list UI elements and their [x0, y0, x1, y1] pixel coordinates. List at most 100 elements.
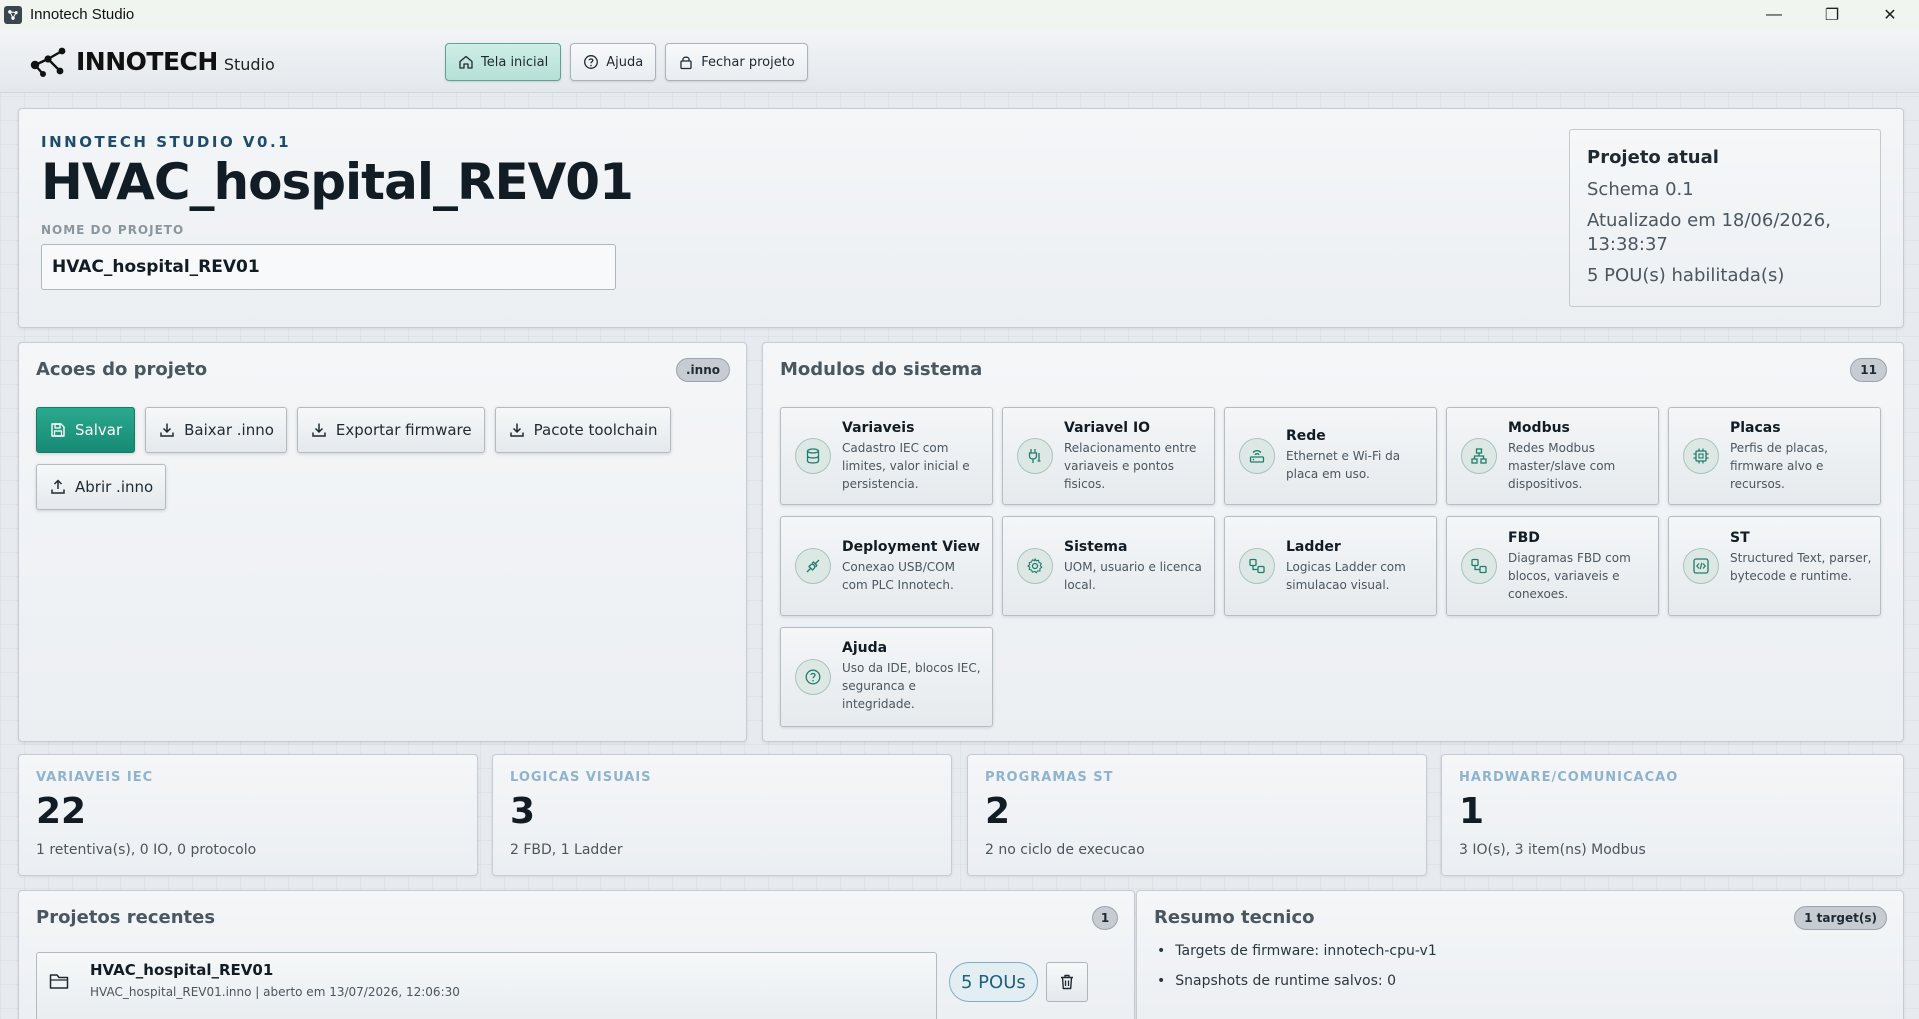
- nav-help-button[interactable]: Ajuda: [570, 43, 657, 81]
- nav-close-project-label: Fechar projeto: [701, 54, 795, 70]
- stat-label: HARDWARE/COMUNICACAO: [1459, 770, 1679, 785]
- module-name: Modbus: [1508, 420, 1570, 436]
- recent-title: Projetos recentes: [36, 907, 216, 928]
- download-inno-button[interactable]: Baixar .inno: [145, 407, 287, 453]
- modules-title: Modulos do sistema: [780, 359, 983, 380]
- network-icon: [1461, 438, 1497, 474]
- module-rede[interactable]: Rede Ethernet e Wi-Fi da placa em uso.: [1224, 407, 1437, 505]
- module-desc: Logicas Ladder com simulacao visual.: [1286, 560, 1406, 592]
- targets-badge: 1 target(s): [1794, 906, 1887, 930]
- restore-button[interactable]: ❐: [1803, 0, 1861, 29]
- app-icon: [4, 5, 22, 24]
- stat-sub: 3 IO(s), 3 item(ns) Modbus: [1459, 842, 1646, 858]
- export-firmware-button[interactable]: Exportar firmware: [296, 407, 485, 453]
- module-modbus[interactable]: Modbus Redes Modbus master/slave com dis…: [1446, 407, 1659, 505]
- download-icon: [509, 423, 524, 437]
- module-name: Rede: [1286, 428, 1326, 444]
- stat-label: PROGRAMAS ST: [985, 770, 1114, 785]
- module-variavel-io[interactable]: Variavel IO Relacionamento entre variave…: [1002, 407, 1215, 505]
- module-desc: Uso da IDE, blocos IEC, seguranca e inte…: [842, 661, 981, 711]
- system-modules-panel: Modulos do sistema 11 Variaveis Cadastro…: [762, 342, 1904, 742]
- project-title: HVAC_hospital_REV01: [41, 153, 634, 211]
- trash-icon: [1061, 974, 1073, 990]
- module-deployment-view[interactable]: Deployment View Conexao USB/COM com PLC …: [780, 516, 993, 616]
- open-inno-label: Abrir .inno: [75, 478, 154, 496]
- stat-sub: 2 no ciclo de execucao: [985, 842, 1145, 858]
- save-icon: [51, 423, 65, 437]
- window-title: Innotech Studio: [30, 6, 135, 23]
- nav-home-button[interactable]: Tela inicial: [445, 43, 562, 81]
- folder-icon: [49, 974, 69, 989]
- stat-sub: 1 retentiva(s), 0 IO, 0 protocolo: [36, 842, 257, 858]
- brand-subtitle: Studio: [223, 54, 275, 74]
- recent-project-meta: HVAC_hospital_REV01.inno | aberto em 13/…: [90, 985, 460, 999]
- updated-at-line1: Atualizado em 18/06/2026,: [1587, 210, 1831, 231]
- stat-card-logicas: LOGICAS VISUAIS 3 2 FBD, 1 Ladder: [492, 754, 952, 876]
- recent-project-item[interactable]: HVAC_hospital_REV01 HVAC_hospital_REV01.…: [36, 952, 937, 1019]
- home-icon: [459, 55, 473, 69]
- save-button[interactable]: Salvar: [36, 407, 136, 453]
- chip-icon: [1683, 438, 1719, 474]
- recent-project-name: HVAC_hospital_REV01: [90, 961, 274, 979]
- inno-badge: .inno: [675, 358, 730, 382]
- toolchain-package-label: Pacote toolchain: [533, 421, 658, 439]
- gear-icon: [1017, 548, 1053, 584]
- window-titlebar: Innotech Studio — ❐ ✕: [0, 0, 1919, 29]
- project-name-label: NOME DO PROJETO: [41, 223, 185, 237]
- stat-card-variaveis: VARIAVEIS IEC 22 1 retentiva(s), 0 IO, 0…: [18, 754, 478, 876]
- module-name: FBD: [1508, 530, 1540, 546]
- module-desc: Relacionamento entre variaveis e pontos …: [1064, 441, 1197, 491]
- module-ladder[interactable]: Ladder Logicas Ladder com simulacao visu…: [1224, 516, 1437, 616]
- schema-version: Schema 0.1: [1587, 179, 1694, 200]
- module-name: ST: [1730, 530, 1750, 546]
- code-icon: [1683, 548, 1719, 584]
- minimize-button[interactable]: —: [1745, 0, 1803, 29]
- summary-list: Targets de firmware: innotech-cpu-v1 Sna…: [1157, 943, 1436, 1003]
- stat-value: 22: [36, 791, 87, 832]
- stat-value: 2: [985, 791, 1011, 832]
- module-desc: Redes Modbus master/slave com dispositiv…: [1508, 441, 1616, 491]
- top-nav: Tela inicial Ajuda Fechar projeto: [445, 43, 808, 81]
- module-desc: UOM, usuario e licenca local.: [1064, 560, 1202, 592]
- module-sistema[interactable]: Sistema UOM, usuario e licenca local.: [1002, 516, 1215, 616]
- module-name: Deployment View: [842, 539, 981, 555]
- module-desc: Structured Text, parser, bytecode e runt…: [1730, 551, 1872, 583]
- save-label: Salvar: [75, 421, 123, 439]
- stat-label: VARIAVEIS IEC: [36, 770, 154, 785]
- stat-sub: 2 FBD, 1 Ladder: [510, 842, 623, 858]
- delete-recent-button[interactable]: [1046, 962, 1088, 1002]
- database-icon: [795, 438, 831, 474]
- module-placas[interactable]: Placas Perfis de placas, firmware alvo e…: [1668, 407, 1881, 505]
- nav-close-project-button[interactable]: Fechar projeto: [665, 43, 808, 81]
- plug-icon: [1017, 438, 1053, 474]
- nav-help-label: Ajuda: [606, 54, 644, 70]
- upload-icon: [51, 479, 65, 494]
- module-fbd[interactable]: FBD Diagramas FBD com blocos, variaveis …: [1446, 516, 1659, 616]
- nav-home-label: Tela inicial: [481, 54, 549, 70]
- module-desc: Diagramas FBD com blocos, variaveis e co…: [1508, 551, 1631, 601]
- recent-projects-panel: Projetos recentes 1 HVAC_hospital_REV01 …: [18, 890, 1135, 1019]
- current-project-title: Projeto atual: [1587, 147, 1719, 168]
- module-variaveis[interactable]: Variaveis Cadastro IEC com limites, valo…: [780, 407, 993, 505]
- project-actions-panel: Acoes do projeto .inno Salvar Baixar .in…: [18, 342, 747, 742]
- project-hero-panel: INNOTECH STUDIO V0.1 HVAC_hospital_REV01…: [18, 108, 1904, 328]
- recent-count-badge: 1: [1092, 906, 1118, 930]
- open-inno-button[interactable]: Abrir .inno: [36, 464, 167, 510]
- app-header: INNOTECH Studio Tela inicial Ajuda Fecha…: [0, 29, 1919, 93]
- toolchain-package-button[interactable]: Pacote toolchain: [494, 407, 671, 453]
- workflow-icon: [1239, 548, 1275, 584]
- module-st[interactable]: ST Structured Text, parser, bytecode e r…: [1668, 516, 1881, 616]
- close-button[interactable]: ✕: [1861, 0, 1919, 29]
- current-project-card: Projeto atual Schema 0.1 Atualizado em 1…: [1569, 129, 1881, 307]
- brand-logo: INNOTECH Studio: [26, 43, 275, 79]
- module-ajuda[interactable]: Ajuda Uso da IDE, blocos IEC, seguranca …: [780, 627, 993, 727]
- technical-summary-panel: Resumo tecnico 1 target(s) Targets de fi…: [1136, 890, 1904, 1019]
- project-name-input[interactable]: [41, 244, 616, 290]
- download-icon: [312, 423, 326, 437]
- molecule-logo-icon: [30, 47, 66, 77]
- workflow-icon: [1461, 548, 1497, 584]
- module-name: Variaveis: [842, 420, 915, 436]
- module-name: Sistema: [1064, 539, 1128, 555]
- stat-label: LOGICAS VISUAIS: [510, 770, 652, 785]
- module-desc: Conexao USB/COM com PLC Innotech.: [842, 560, 955, 592]
